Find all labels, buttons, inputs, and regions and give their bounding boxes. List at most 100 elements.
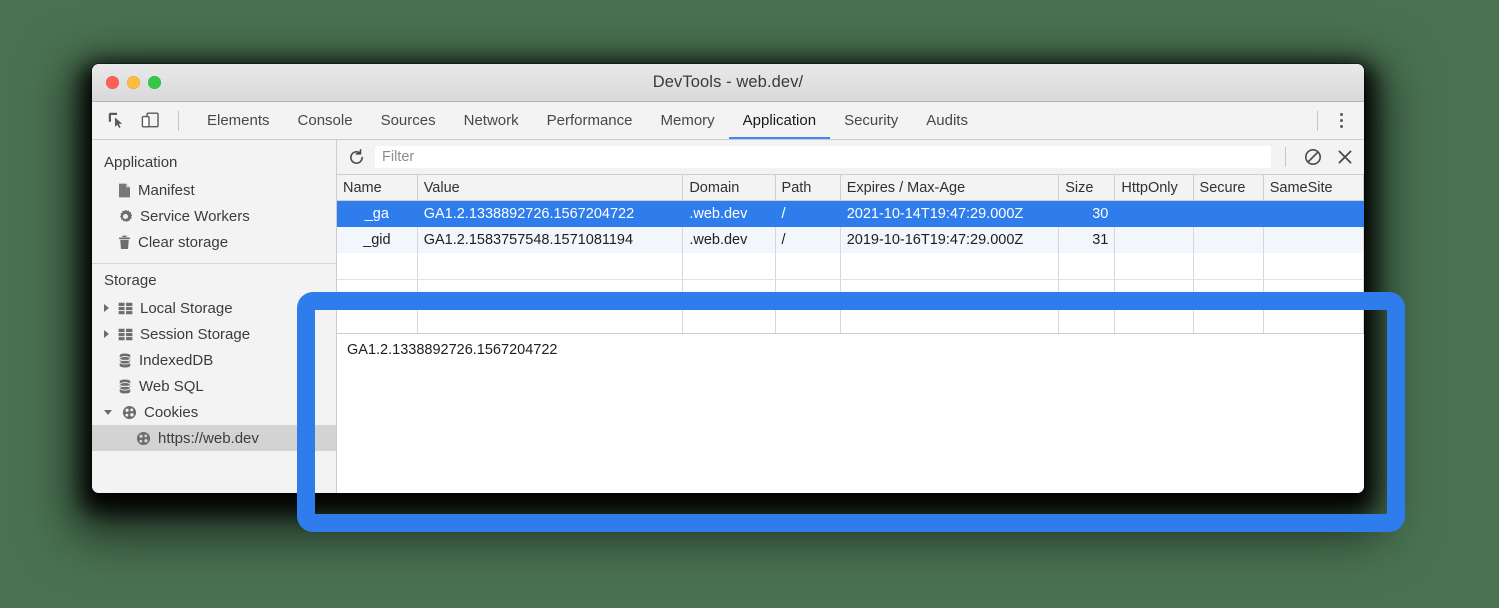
sidebar-item-session-storage[interactable]: Session Storage bbox=[92, 321, 336, 347]
sidebar-item-service-workers[interactable]: Service Workers bbox=[92, 203, 336, 229]
cookies-toolbar bbox=[337, 140, 1364, 175]
cell-path: / bbox=[775, 201, 840, 228]
tab-audits[interactable]: Audits bbox=[912, 102, 982, 139]
table-row-empty bbox=[337, 307, 1364, 334]
delete-selected-cookie-icon[interactable] bbox=[1332, 144, 1358, 170]
table-row[interactable]: _gid GA1.2.1583757548.1571081194 .web.de… bbox=[337, 227, 1364, 253]
column-header-httponly[interactable]: HttpOnly bbox=[1115, 175, 1193, 201]
tab-list: Elements Console Sources Network Perform… bbox=[193, 102, 982, 139]
cell-expires: 2021-10-14T19:47:29.000Z bbox=[840, 201, 1059, 228]
cell-samesite bbox=[1263, 227, 1363, 253]
column-header-path[interactable]: Path bbox=[775, 175, 840, 201]
close-window-button[interactable] bbox=[106, 76, 119, 89]
table-header-row: Name Value Domain Path Expires / Max-Age… bbox=[337, 175, 1364, 201]
tab-elements[interactable]: Elements bbox=[193, 102, 284, 139]
refresh-icon[interactable] bbox=[343, 144, 369, 170]
sidebar-item-web-sql[interactable]: Web SQL bbox=[92, 373, 336, 399]
sidebar-item-label: Local Storage bbox=[140, 300, 233, 317]
table-grid-icon bbox=[118, 328, 133, 341]
cell-size: 31 bbox=[1059, 227, 1115, 253]
cell-samesite bbox=[1263, 201, 1363, 228]
sidebar-item-clear-storage[interactable]: Clear storage bbox=[92, 229, 336, 255]
table-grid-icon bbox=[118, 302, 133, 315]
cell-size: 30 bbox=[1059, 201, 1115, 228]
table-row[interactable]: _ga GA1.2.1338892726.1567204722 .web.dev… bbox=[337, 201, 1364, 228]
cell-value: GA1.2.1583757548.1571081194 bbox=[417, 227, 683, 253]
sidebar-item-label: Service Workers bbox=[140, 208, 250, 225]
column-header-secure[interactable]: Secure bbox=[1193, 175, 1263, 201]
sidebar-item-label: Session Storage bbox=[140, 326, 250, 343]
sidebar-item-manifest[interactable]: Manifest bbox=[92, 177, 336, 203]
column-header-domain[interactable]: Domain bbox=[683, 175, 775, 201]
cookies-panel: Name Value Domain Path Expires / Max-Age… bbox=[337, 140, 1364, 493]
minimize-window-button[interactable] bbox=[127, 76, 140, 89]
cookies-table-container[interactable]: Name Value Domain Path Expires / Max-Age… bbox=[337, 175, 1364, 333]
chevron-right-icon[interactable] bbox=[104, 330, 109, 338]
cell-name: _ga bbox=[337, 201, 417, 228]
cell-value: GA1.2.1338892726.1567204722 bbox=[417, 201, 683, 228]
sidebar-item-cookies-web-dev[interactable]: https://web.dev bbox=[92, 425, 336, 451]
tab-application[interactable]: Application bbox=[729, 102, 830, 139]
sidebar-item-cookies[interactable]: Cookies bbox=[92, 399, 336, 425]
sidebar-item-label: Manifest bbox=[138, 182, 195, 199]
column-header-expires[interactable]: Expires / Max-Age bbox=[840, 175, 1059, 201]
tabbar-right-group bbox=[1309, 102, 1364, 139]
cell-secure bbox=[1193, 227, 1263, 253]
cookie-value-preview[interactable]: GA1.2.1338892726.1567204722 bbox=[337, 333, 1364, 493]
cell-domain: .web.dev bbox=[683, 201, 775, 228]
inspect-element-icon[interactable] bbox=[102, 107, 130, 135]
trash-icon bbox=[118, 235, 131, 250]
toolbar-divider bbox=[1285, 147, 1286, 167]
more-options-icon[interactable] bbox=[1326, 102, 1356, 139]
gear-icon bbox=[118, 209, 133, 224]
cell-httponly bbox=[1115, 227, 1193, 253]
manifest-file-icon bbox=[118, 183, 131, 198]
chevron-down-icon[interactable] bbox=[104, 410, 112, 415]
cell-secure bbox=[1193, 201, 1263, 228]
sidebar-item-label: IndexedDB bbox=[139, 352, 213, 369]
cookies-table: Name Value Domain Path Expires / Max-Age… bbox=[337, 175, 1364, 333]
cell-domain: .web.dev bbox=[683, 227, 775, 253]
tab-performance[interactable]: Performance bbox=[533, 102, 647, 139]
chevron-right-icon[interactable] bbox=[104, 304, 109, 312]
sidebar-item-label: Clear storage bbox=[138, 234, 228, 251]
sidebar-section-application-title: Application bbox=[92, 146, 336, 177]
maximize-window-button[interactable] bbox=[148, 76, 161, 89]
database-icon bbox=[118, 353, 132, 368]
application-sidebar: Application Manifest Service bbox=[92, 140, 337, 493]
devtools-tabbar: Elements Console Sources Network Perform… bbox=[92, 102, 1364, 140]
sidebar-item-label: https://web.dev bbox=[158, 430, 259, 447]
cell-expires: 2019-10-16T19:47:29.000Z bbox=[840, 227, 1059, 253]
column-header-value[interactable]: Value bbox=[417, 175, 683, 201]
tab-security[interactable]: Security bbox=[830, 102, 912, 139]
sidebar-item-local-storage[interactable]: Local Storage bbox=[92, 295, 336, 321]
tab-memory[interactable]: Memory bbox=[647, 102, 729, 139]
cookie-icon bbox=[122, 405, 137, 420]
column-header-name[interactable]: Name bbox=[337, 175, 417, 201]
tab-sources[interactable]: Sources bbox=[367, 102, 450, 139]
window-title: DevTools - web.dev/ bbox=[92, 73, 1364, 92]
clear-all-cookies-icon[interactable] bbox=[1300, 144, 1326, 170]
sidebar-item-label: Web SQL bbox=[139, 378, 204, 395]
sidebar-item-indexeddb[interactable]: IndexedDB bbox=[92, 347, 336, 373]
column-header-samesite[interactable]: SameSite bbox=[1263, 175, 1363, 201]
cell-name: _gid bbox=[337, 227, 417, 253]
twisty-placeholder bbox=[104, 382, 109, 390]
traffic-lights bbox=[106, 64, 161, 101]
cell-httponly bbox=[1115, 201, 1193, 228]
tab-network[interactable]: Network bbox=[450, 102, 533, 139]
column-header-size[interactable]: Size bbox=[1059, 175, 1115, 201]
tabbar-tool-icons bbox=[92, 102, 187, 139]
tabbar-divider bbox=[178, 111, 179, 131]
window-titlebar: DevTools - web.dev/ bbox=[92, 64, 1364, 102]
cookie-value-preview-text: GA1.2.1338892726.1567204722 bbox=[347, 342, 557, 358]
sidebar-item-label: Cookies bbox=[144, 404, 198, 421]
database-icon bbox=[118, 379, 132, 394]
sidebar-section-storage-title: Storage bbox=[92, 264, 336, 295]
table-row-empty bbox=[337, 280, 1364, 307]
tab-console[interactable]: Console bbox=[284, 102, 367, 139]
filter-input[interactable] bbox=[375, 146, 1271, 168]
tabbar-divider-right bbox=[1317, 111, 1318, 131]
twisty-placeholder bbox=[104, 356, 109, 364]
device-toolbar-icon[interactable] bbox=[136, 107, 164, 135]
